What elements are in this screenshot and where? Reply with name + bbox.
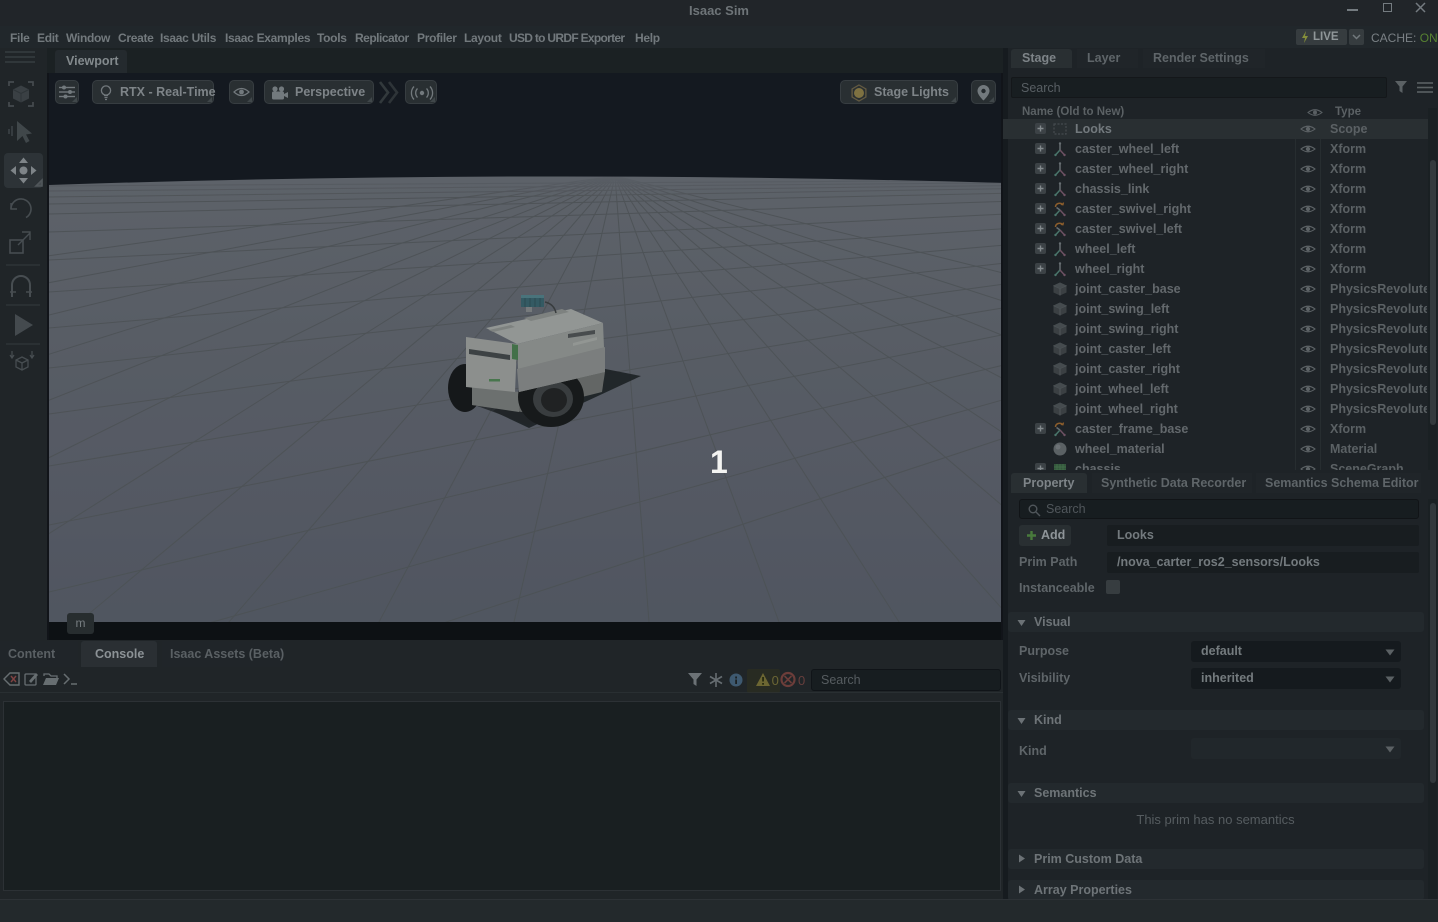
svg-text:0: 0: [798, 673, 805, 688]
svg-text:0: 0: [768, 673, 779, 688]
